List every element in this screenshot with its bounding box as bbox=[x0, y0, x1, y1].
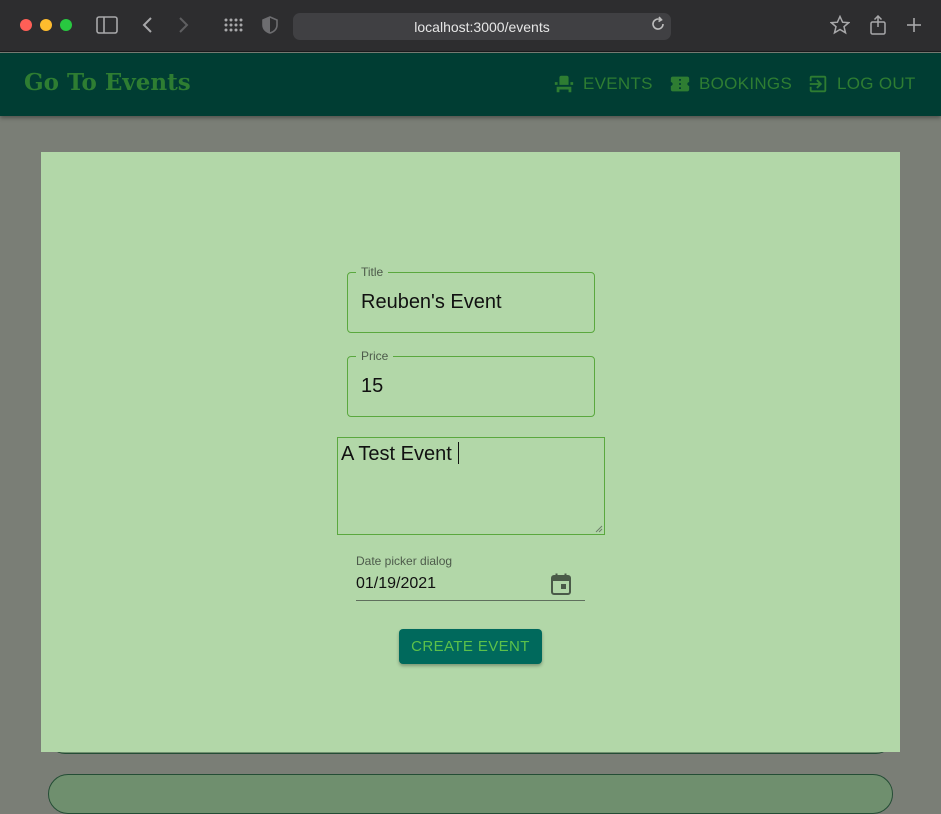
background-event-card bbox=[48, 774, 893, 814]
privacy-shield-icon[interactable] bbox=[259, 14, 281, 36]
create-event-button[interactable]: CREATE EVENT bbox=[399, 629, 542, 664]
close-window-button[interactable] bbox=[20, 19, 32, 31]
price-field-value: 15 bbox=[361, 375, 384, 397]
forward-arrow-icon[interactable] bbox=[172, 14, 194, 36]
text-cursor bbox=[457, 442, 459, 464]
brand-title[interactable]: Go To Events bbox=[24, 69, 191, 96]
sidebar-toggle-icon[interactable] bbox=[96, 14, 118, 36]
browser-toolbar: localhost:3000/events bbox=[0, 0, 941, 52]
bookmark-star-icon[interactable] bbox=[829, 14, 851, 36]
maximize-window-button[interactable] bbox=[60, 19, 72, 31]
ticket-icon bbox=[670, 76, 690, 92]
date-picker-label: Date picker dialog bbox=[356, 554, 453, 568]
reload-icon[interactable] bbox=[651, 16, 665, 36]
resize-grip-icon[interactable] bbox=[595, 525, 603, 533]
description-textarea[interactable]: A Test Event bbox=[337, 437, 605, 535]
price-field[interactable]: Price 15 bbox=[347, 349, 595, 417]
nav-bookings-label: BOOKINGS bbox=[699, 74, 793, 93]
nav-logout[interactable]: LOG OUT bbox=[807, 73, 916, 95]
price-field-label: Price bbox=[356, 349, 394, 363]
title-field[interactable]: Title Reuben's Event bbox=[347, 265, 595, 333]
back-arrow-icon[interactable] bbox=[137, 14, 159, 36]
description-value: A Test Event bbox=[341, 442, 459, 466]
share-icon[interactable] bbox=[867, 14, 889, 36]
new-tab-plus-icon[interactable] bbox=[903, 14, 925, 36]
calendar-icon[interactable] bbox=[551, 573, 571, 595]
date-picker-underline bbox=[356, 600, 585, 601]
exit-icon bbox=[809, 75, 827, 93]
date-picker-input[interactable]: 01/19/2021 bbox=[356, 575, 436, 593]
nav-logout-label: LOG OUT bbox=[837, 74, 916, 93]
title-field-value: Reuben's Event bbox=[361, 291, 502, 313]
title-field-label: Title bbox=[356, 265, 389, 279]
tab-grid-icon[interactable] bbox=[222, 14, 244, 36]
minimize-window-button[interactable] bbox=[40, 19, 52, 31]
nav-bookings[interactable]: BOOKINGS bbox=[669, 73, 792, 95]
address-bar[interactable]: localhost:3000/events bbox=[293, 13, 671, 40]
nav-events-label: EVENTS bbox=[583, 74, 653, 93]
seat-icon bbox=[554, 75, 574, 93]
nav-events[interactable]: EVENTS bbox=[553, 73, 653, 95]
app-header: Go To Events EVENTS BOOKINGS LOG OUT bbox=[0, 53, 941, 116]
address-bar-url: localhost:3000/events bbox=[414, 19, 550, 35]
